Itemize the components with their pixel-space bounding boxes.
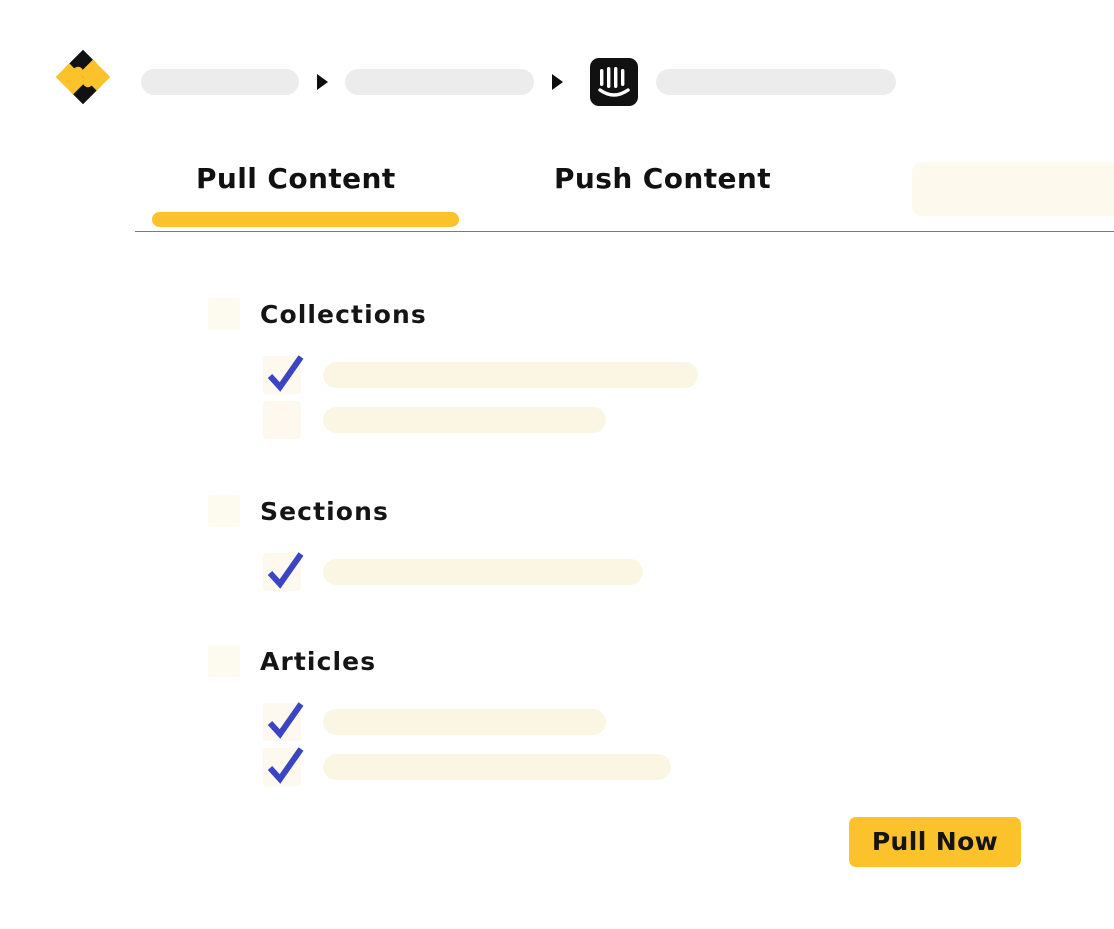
list-item[interactable] <box>263 352 698 397</box>
row-checkbox-unchecked[interactable] <box>263 400 301 439</box>
row-label-redacted <box>323 361 698 388</box>
checkmark-icon <box>261 741 309 789</box>
checkmark-icon <box>261 546 309 594</box>
group-title: Articles <box>260 646 377 676</box>
group-checkbox-collections[interactable] <box>208 298 240 330</box>
app-window: Pull Content Push Content Collections Se… <box>0 0 1114 929</box>
checkmark-icon <box>261 696 309 744</box>
group-collections: Collections <box>208 294 698 442</box>
group-articles: Articles <box>208 641 671 789</box>
group-checkbox-sections[interactable] <box>208 495 240 527</box>
breadcrumb-item-3-redacted[interactable] <box>656 69 896 95</box>
breadcrumb <box>141 58 896 106</box>
group-sections: Sections <box>208 491 643 594</box>
group-title: Sections <box>260 496 389 526</box>
row-label-redacted <box>323 708 606 735</box>
group-rows <box>263 352 698 442</box>
tab-bar: Pull Content Push Content <box>135 150 1114 232</box>
tab-push-content[interactable]: Push Content <box>554 162 771 195</box>
content-area: Collections Sections Articles <box>0 232 1114 792</box>
group-title: Collections <box>260 299 427 329</box>
row-checkbox-checked[interactable] <box>263 551 304 591</box>
list-item[interactable] <box>263 549 643 594</box>
breadcrumb-item-2-redacted[interactable] <box>345 69 534 95</box>
row-label-redacted <box>323 406 606 433</box>
tab-pull-content[interactable]: Pull Content <box>196 162 396 195</box>
top-bar <box>0 0 1114 140</box>
list-item[interactable] <box>263 397 698 442</box>
checkmark-icon <box>261 349 309 397</box>
chevron-right-icon <box>299 73 345 91</box>
list-item[interactable] <box>263 699 671 744</box>
group-rows <box>263 549 643 594</box>
row-label-redacted <box>323 753 671 780</box>
row-checkbox-checked[interactable] <box>263 746 304 786</box>
group-rows <box>263 699 671 789</box>
row-checkbox-checked[interactable] <box>263 701 304 741</box>
group-header[interactable]: Collections <box>208 294 698 334</box>
app-logo-diamond[interactable] <box>52 46 114 108</box>
tab-bar-trailing-redacted[interactable] <box>912 162 1114 216</box>
list-item[interactable] <box>263 744 671 789</box>
group-header[interactable]: Articles <box>208 641 671 681</box>
breadcrumb-item-1-redacted[interactable] <box>141 69 299 95</box>
row-label-redacted <box>323 558 643 585</box>
active-tab-indicator <box>152 212 459 227</box>
group-header[interactable]: Sections <box>208 491 643 531</box>
pull-now-button[interactable]: Pull Now <box>849 817 1021 867</box>
group-checkbox-articles[interactable] <box>208 645 240 677</box>
row-checkbox-checked[interactable] <box>263 354 304 394</box>
intercom-icon[interactable] <box>590 58 638 106</box>
chevron-right-icon <box>534 73 580 91</box>
